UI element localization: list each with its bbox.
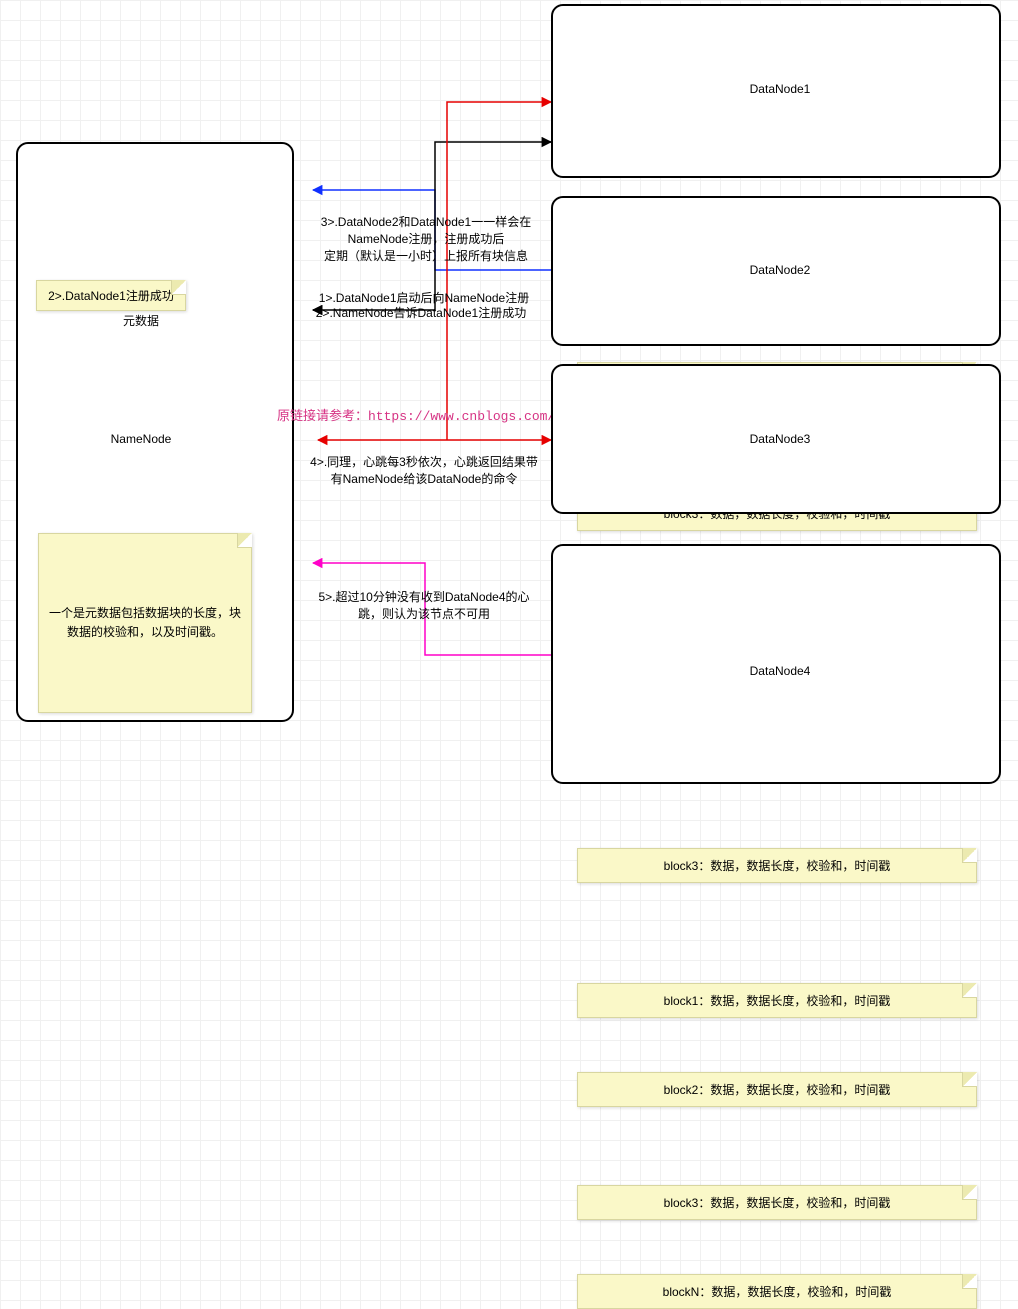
note-metadata-desc: 一个是元数据包括数据块的长度，块数据的校验和，以及时间戳。	[38, 533, 252, 713]
dn4-label: DataNode4	[700, 664, 860, 678]
edge4-label: 4>.同理，心跳每3秒依次，心跳返回结果带有NameNode给该DataNode…	[308, 453, 540, 487]
note-register-success: 2>.DataNode1注册成功	[36, 280, 186, 311]
edge2-label: 2>.NameNode告诉DataNode1注册成功	[302, 304, 540, 321]
dn2-label: DataNode2	[700, 263, 860, 277]
dn3-block2: block3：数据，数据长度，校验和，时间戳	[577, 848, 977, 883]
dn4-block3: block3：数据，数据长度，校验和，时间戳	[577, 1185, 977, 1220]
dn4-block4-text: blockN：数据，数据长度，校验和，时间戳	[663, 1285, 892, 1299]
dn4-block2-text: block2：数据，数据长度，校验和，时间戳	[664, 1083, 891, 1097]
dn4-block3-text: block3：数据，数据长度，校验和，时间戳	[664, 1196, 891, 1210]
dn4-block1: block1：数据，数据长度，校验和，时间戳	[577, 983, 977, 1018]
dn1-label: DataNode1	[700, 82, 860, 96]
edge5-label: 5>.超过10分钟没有收到DataNode4的心跳，则认为该节点不可用	[314, 588, 534, 622]
dn4-block2: block2：数据，数据长度，校验和，时间戳	[577, 1072, 977, 1107]
dn3-block2-text: block3：数据，数据长度，校验和，时间戳	[664, 859, 891, 873]
dn4-block4: blockN：数据，数据长度，校验和，时间戳	[577, 1274, 977, 1309]
dn3-label: DataNode3	[700, 432, 860, 446]
metadata-label: 元数据	[100, 312, 182, 329]
namenode-label: NameNode	[100, 432, 182, 446]
edge3-label: 3>.DataNode2和DataNode1一一样会在NameNode注册，注册…	[310, 213, 542, 264]
note-register-text: 2>.DataNode1注册成功	[48, 289, 174, 303]
dn4-block1-text: block1：数据，数据长度，校验和，时间戳	[664, 994, 891, 1008]
note-metadata-text: 一个是元数据包括数据块的长度，块数据的校验和，以及时间戳。	[49, 604, 241, 642]
